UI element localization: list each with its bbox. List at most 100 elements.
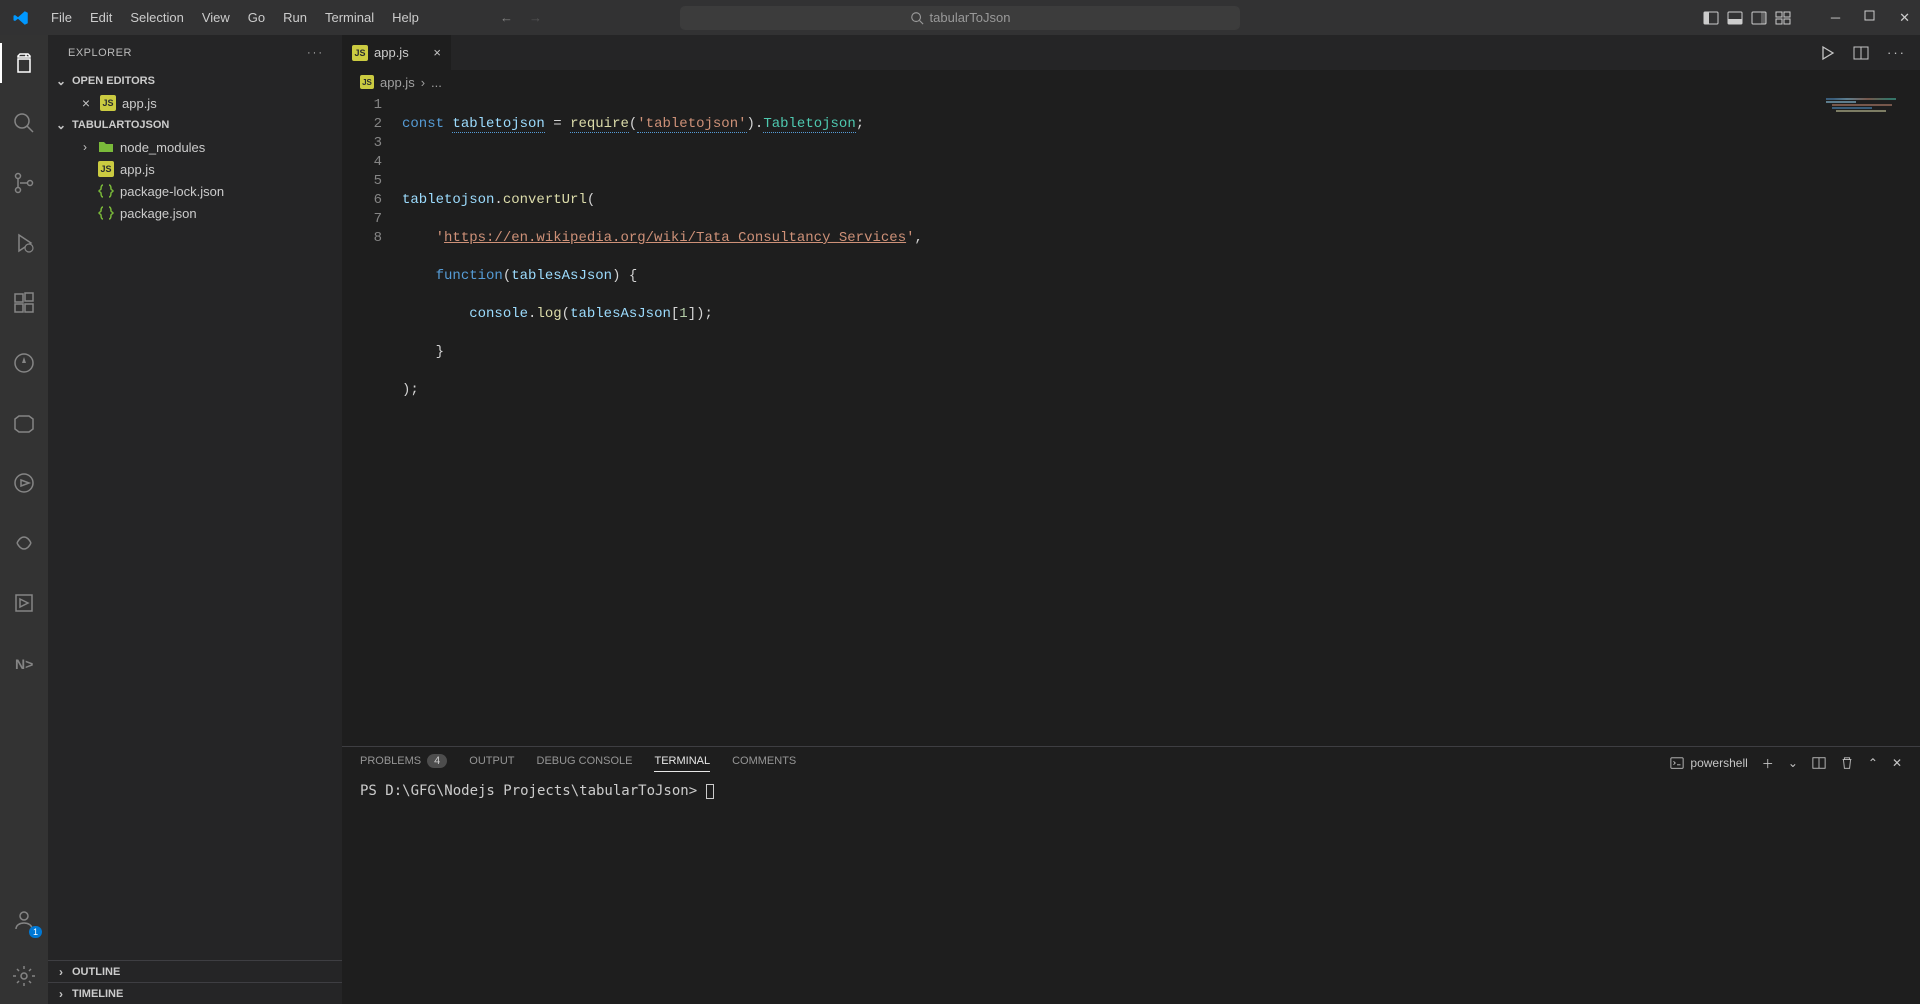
nav-back-icon[interactable]: ← xyxy=(500,10,513,25)
panel-tab-problems[interactable]: PROBLEMS 4 xyxy=(360,754,447,772)
explorer-sidebar: EXPLORER ··· ⌄ OPEN EDITORS × JS app.js … xyxy=(48,35,342,1004)
terminal-cursor xyxy=(706,784,714,799)
chevron-right-icon: › xyxy=(54,987,68,1001)
folder-icon xyxy=(98,139,114,155)
menu-go[interactable]: Go xyxy=(239,4,274,31)
file-name: package-lock.json xyxy=(120,184,224,199)
folder-node-modules[interactable]: › node_modules xyxy=(48,136,342,158)
outline-header[interactable]: › OUTLINE xyxy=(48,960,342,982)
tab-close-icon[interactable]: × xyxy=(433,45,441,60)
file-package-json[interactable]: package.json xyxy=(48,202,342,224)
close-editor-icon[interactable]: × xyxy=(78,95,94,111)
activity-extensions[interactable] xyxy=(0,283,48,323)
open-editors-label: OPEN EDITORS xyxy=(72,75,155,87)
search-icon xyxy=(910,11,924,25)
customize-layout-icon[interactable] xyxy=(1775,10,1791,26)
activity-bar: N> 1 xyxy=(0,35,48,1004)
timeline-label: TIMELINE xyxy=(72,988,123,1000)
run-icon[interactable] xyxy=(1819,45,1835,61)
file-name: app.js xyxy=(120,162,155,177)
new-terminal-icon[interactable]: ＋ xyxy=(1762,755,1774,772)
terminal-icon xyxy=(1670,756,1684,770)
tab-appjs[interactable]: JS app.js × xyxy=(342,35,452,70)
open-editor-filename: app.js xyxy=(122,96,157,111)
sidebar-header: EXPLORER ··· xyxy=(48,35,342,70)
menu-bar: File Edit Selection View Go Run Terminal… xyxy=(42,4,428,31)
close-panel-icon[interactable]: ✕ xyxy=(1892,756,1902,770)
js-file-icon: JS xyxy=(352,45,368,61)
menu-view[interactable]: View xyxy=(193,4,239,31)
problems-badge: 4 xyxy=(427,754,447,768)
panel-tab-debug[interactable]: DEBUG CONSOLE xyxy=(537,755,633,771)
json-file-icon xyxy=(98,205,114,221)
outline-label: OUTLINE xyxy=(72,966,120,978)
menu-selection[interactable]: Selection xyxy=(121,4,192,31)
menu-file[interactable]: File xyxy=(42,4,81,31)
activity-ext2[interactable] xyxy=(0,403,48,443)
activity-search[interactable] xyxy=(0,103,48,143)
vscode-logo-icon xyxy=(12,9,30,27)
activity-run-debug[interactable] xyxy=(0,223,48,263)
code-content[interactable]: const tabletojson = require('tabletojson… xyxy=(402,94,1920,746)
accounts-badge: 1 xyxy=(29,926,42,938)
json-file-icon xyxy=(98,183,114,199)
activity-settings[interactable] xyxy=(0,956,48,996)
nav-arrows: ← → xyxy=(500,10,542,25)
terminal-kind[interactable]: powershell xyxy=(1670,756,1747,770)
code-editor[interactable]: 1 2 3 4 5 6 7 8 const tabletojson = requ… xyxy=(342,94,1920,746)
breadcrumb-separator: › xyxy=(421,75,425,90)
editor-more-icon[interactable]: ··· xyxy=(1887,45,1906,60)
main-layout: N> 1 EXPLORER ··· ⌄ OPEN EDITORS × JS ap… xyxy=(0,35,1920,1004)
close-window-icon[interactable]: ✕ xyxy=(1899,10,1910,26)
title-bar: File Edit Selection View Go Run Terminal… xyxy=(0,0,1920,35)
terminal-dropdown-icon[interactable]: ⌄ xyxy=(1788,756,1798,770)
activity-ext6[interactable]: N> xyxy=(0,643,48,683)
chevron-down-icon: ⌄ xyxy=(54,74,68,88)
editor-area: JS app.js × ··· JS app.js › ... 1 2 3 4 … xyxy=(342,35,1920,1004)
maximize-panel-icon[interactable]: ⌃ xyxy=(1868,756,1878,770)
panel-tab-comments[interactable]: COMMENTS xyxy=(732,755,796,771)
open-editors-header[interactable]: ⌄ OPEN EDITORS xyxy=(48,70,342,92)
activity-ext3[interactable] xyxy=(0,463,48,503)
menu-run[interactable]: Run xyxy=(274,4,316,31)
file-appjs[interactable]: JS app.js xyxy=(48,158,342,180)
toggle-secondary-icon[interactable] xyxy=(1751,10,1767,26)
terminal-body[interactable]: PS D:\GFG\Nodejs Projects\tabularToJson> xyxy=(342,779,1920,1004)
chevron-down-icon: ⌄ xyxy=(54,118,68,132)
maximize-icon[interactable] xyxy=(1864,10,1875,26)
split-terminal-icon[interactable] xyxy=(1812,756,1826,770)
nav-forward-icon[interactable]: → xyxy=(529,10,542,25)
activity-accounts[interactable]: 1 xyxy=(0,900,48,940)
minimap[interactable] xyxy=(1826,98,1906,112)
activity-ext4[interactable] xyxy=(0,523,48,563)
breadcrumb-more: ... xyxy=(431,75,442,90)
breadcrumb[interactable]: JS app.js › ... xyxy=(342,70,1920,94)
panel-tab-output[interactable]: OUTPUT xyxy=(469,755,514,771)
split-editor-icon[interactable] xyxy=(1853,45,1869,61)
search-text: tabularToJson xyxy=(930,10,1011,25)
toggle-panel-icon[interactable] xyxy=(1727,10,1743,26)
sidebar-more-icon[interactable]: ··· xyxy=(307,47,324,59)
activity-source-control[interactable] xyxy=(0,163,48,203)
activity-ext1[interactable] xyxy=(0,343,48,383)
titlebar-right: ─ ✕ xyxy=(1703,10,1910,26)
chevron-right-icon: › xyxy=(78,140,92,154)
activity-ext5[interactable] xyxy=(0,583,48,623)
command-center-search[interactable]: tabularToJson xyxy=(680,6,1240,30)
chevron-right-icon: › xyxy=(54,965,68,979)
project-label: TABULARTOJSON xyxy=(72,119,169,131)
minimize-icon[interactable]: ─ xyxy=(1831,10,1840,26)
menu-edit[interactable]: Edit xyxy=(81,4,121,31)
breadcrumb-file: app.js xyxy=(380,75,415,90)
project-header[interactable]: ⌄ TABULARTOJSON xyxy=(48,114,342,136)
menu-help[interactable]: Help xyxy=(383,4,428,31)
menu-terminal[interactable]: Terminal xyxy=(316,4,383,31)
toggle-sidebar-icon[interactable] xyxy=(1703,10,1719,26)
js-file-icon: JS xyxy=(360,75,374,89)
kill-terminal-icon[interactable] xyxy=(1840,756,1854,770)
file-package-lock[interactable]: package-lock.json xyxy=(48,180,342,202)
activity-explorer[interactable] xyxy=(0,43,48,83)
open-editor-item[interactable]: × JS app.js xyxy=(48,92,342,114)
panel-tab-terminal[interactable]: TERMINAL xyxy=(654,755,710,772)
timeline-header[interactable]: › TIMELINE xyxy=(48,982,342,1004)
